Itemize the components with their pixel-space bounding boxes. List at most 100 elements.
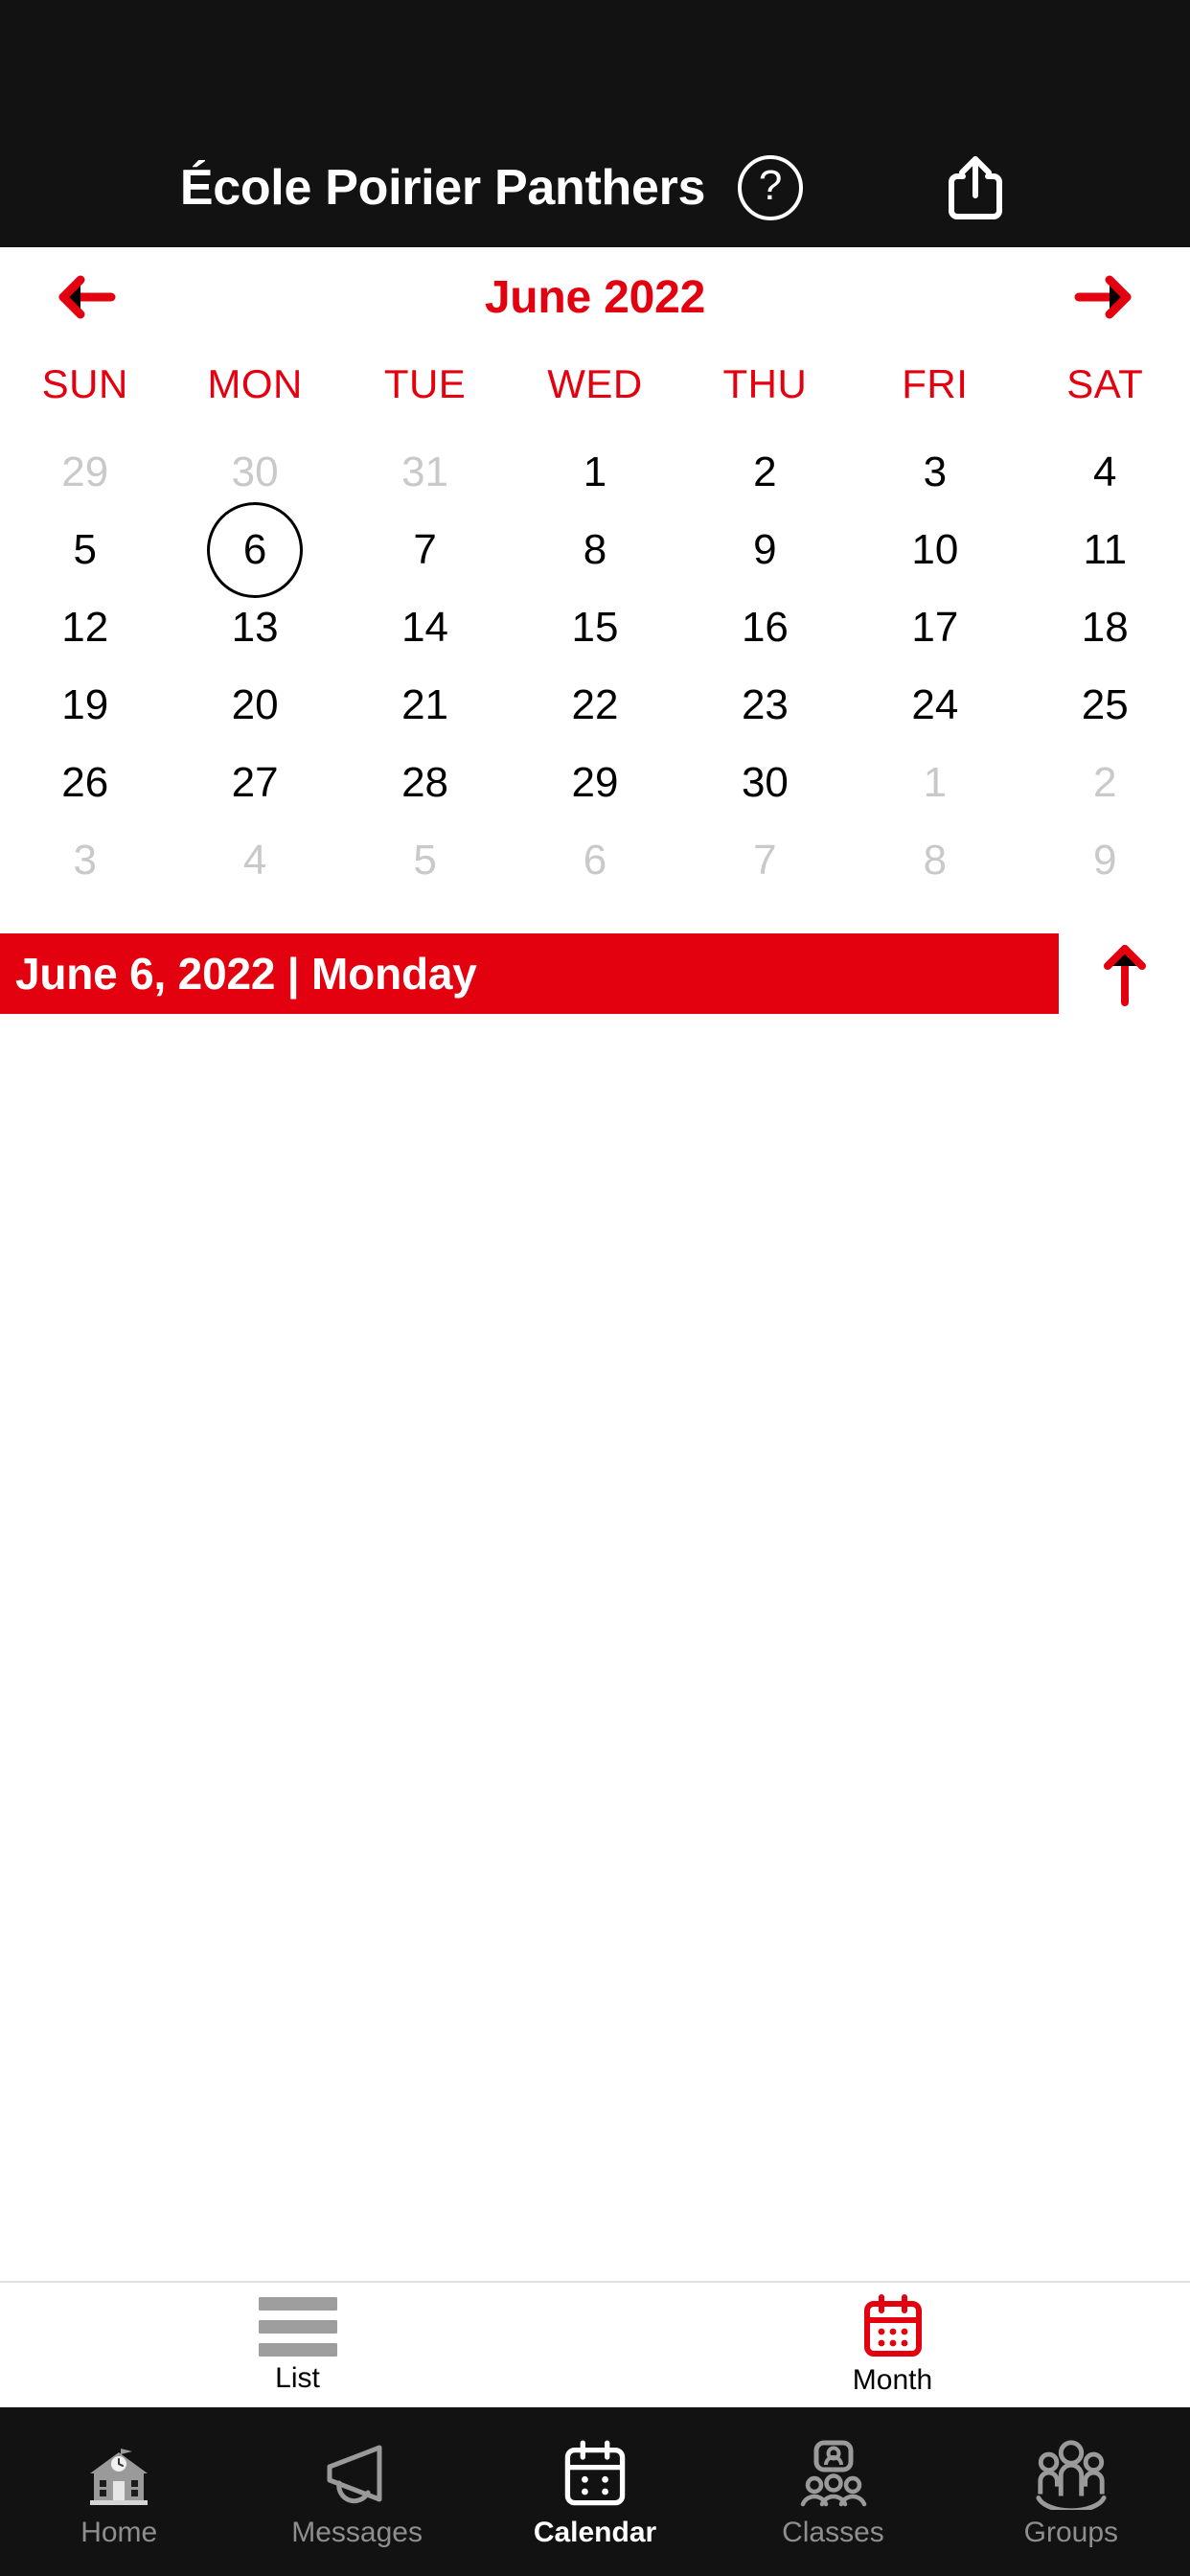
calendar-day[interactable]: 21 bbox=[340, 666, 510, 744]
calendar-day[interactable]: 27 bbox=[170, 744, 339, 821]
calendar-day-number: 25 bbox=[1081, 680, 1129, 728]
nav-item-classes[interactable]: Classes bbox=[714, 2407, 951, 2576]
calendar-day[interactable]: 30 bbox=[680, 744, 850, 821]
calendar-day[interactable]: 14 bbox=[340, 588, 510, 666]
calendar-day-number: 3 bbox=[923, 448, 948, 495]
calendar-day[interactable]: 7 bbox=[680, 821, 850, 899]
weekday-label-sun: SUN bbox=[41, 361, 128, 406]
calendar-day[interactable]: 3 bbox=[0, 821, 170, 899]
calendar-day-number: 28 bbox=[401, 758, 449, 806]
calendar-day-number: 14 bbox=[401, 603, 449, 651]
calendar-day[interactable]: 28 bbox=[340, 744, 510, 821]
calendar-day-number: 19 bbox=[61, 680, 109, 728]
calendar-day[interactable]: 5 bbox=[340, 821, 510, 899]
nav-item-messages-label: Messages bbox=[291, 2517, 423, 2548]
calendar-day[interactable]: 20 bbox=[170, 666, 339, 744]
arrow-up-icon[interactable] bbox=[1059, 933, 1190, 1014]
calendar-day[interactable]: 13 bbox=[170, 588, 339, 666]
selected-date-bar[interactable]: June 6, 2022 | Monday bbox=[0, 933, 1059, 1014]
calendar-day[interactable]: 25 bbox=[1020, 666, 1190, 744]
calendar-day-number: 20 bbox=[231, 680, 279, 728]
list-lines-icon bbox=[258, 2297, 337, 2357]
tab-month[interactable]: Month bbox=[595, 2283, 1190, 2407]
calendar-day-number: 4 bbox=[1093, 448, 1117, 495]
calendar-day[interactable]: 19 bbox=[0, 666, 170, 744]
calendar-day-number: 3 bbox=[73, 836, 97, 884]
calendar-day[interactable]: 10 bbox=[850, 511, 1019, 588]
calendar-day[interactable]: 26 bbox=[0, 744, 170, 821]
calendar-day-number: 15 bbox=[571, 603, 619, 651]
tab-list[interactable]: List bbox=[0, 2283, 595, 2407]
calendar-day[interactable]: 9 bbox=[680, 511, 850, 588]
calendar-day[interactable]: 1 bbox=[850, 744, 1019, 821]
calendar-day-number: 26 bbox=[61, 758, 109, 806]
calendar-day[interactable]: 31 bbox=[340, 433, 510, 511]
calendar-grid: 29 30 31 1 2 3 4 5 6 7 8 9 10 11 12 13 14 15 16 17 18 19 20 21 2… bbox=[0, 422, 1190, 899]
calendar-day-number: 10 bbox=[911, 525, 959, 573]
calendar-day[interactable]: 4 bbox=[170, 821, 339, 899]
calendar-day-number: 7 bbox=[753, 836, 777, 884]
classroom-people-icon bbox=[794, 2436, 871, 2513]
nav-item-messages[interactable]: Messages bbox=[238, 2407, 475, 2576]
calendar-day-number: 16 bbox=[741, 603, 789, 651]
calendar-day[interactable]: 12 bbox=[0, 588, 170, 666]
weekday-label-wed: WED bbox=[547, 361, 643, 406]
nav-item-calendar[interactable]: Calendar bbox=[476, 2407, 714, 2576]
calendar-day[interactable]: 15 bbox=[510, 588, 679, 666]
page-title: École Poirier Panthers bbox=[179, 160, 706, 216]
arrow-right-icon[interactable] bbox=[1071, 270, 1138, 324]
nav-item-home[interactable]: Home bbox=[0, 2407, 238, 2576]
calendar-day-number: 22 bbox=[571, 680, 619, 728]
calendar-day-number: 8 bbox=[923, 836, 948, 884]
help-circle-icon[interactable]: ? bbox=[738, 155, 804, 220]
calendar-day[interactable]: 8 bbox=[510, 511, 679, 588]
calendar-day-number: 7 bbox=[413, 525, 437, 573]
calendar-day-number: 5 bbox=[73, 525, 97, 573]
view-tab-bar: List Month bbox=[0, 2283, 1190, 2407]
calendar-day[interactable]: 3 bbox=[850, 433, 1019, 511]
calendar-day-number: 8 bbox=[583, 525, 607, 573]
calendar-day[interactable]: 23 bbox=[680, 666, 850, 744]
share-icon[interactable] bbox=[941, 153, 1010, 222]
calendar-day-number: 24 bbox=[911, 680, 959, 728]
calendar-day-number: 13 bbox=[231, 603, 279, 651]
calendar-day-number: 27 bbox=[231, 758, 279, 806]
calendar-day[interactable]: 22 bbox=[510, 666, 679, 744]
arrow-left-icon[interactable] bbox=[52, 270, 119, 324]
calendar-day[interactable]: 5 bbox=[0, 511, 170, 588]
calendar-day[interactable]: 6 bbox=[510, 821, 679, 899]
calendar-day[interactable]: 29 bbox=[510, 744, 679, 821]
calendar-day-number: 9 bbox=[1093, 836, 1117, 884]
calendar-day-number: 29 bbox=[61, 448, 109, 495]
calendar-day[interactable]: 8 bbox=[850, 821, 1019, 899]
calendar-day[interactable]: 7 bbox=[340, 511, 510, 588]
calendar-day[interactable]: 4 bbox=[1020, 433, 1190, 511]
weekday-header-row: SUN MON TUE WED THU FRI SAT bbox=[0, 347, 1190, 422]
calendar-day[interactable]: 24 bbox=[850, 666, 1019, 744]
app-root: École Poirier Panthers ? June 2022 SUN M… bbox=[0, 0, 1190, 2576]
weekday-label-mon: MON bbox=[207, 361, 303, 406]
calendar-day[interactable]: 18 bbox=[1020, 588, 1190, 666]
calendar-day[interactable]: 11 bbox=[1020, 511, 1190, 588]
calendar-day[interactable]: 30 bbox=[170, 433, 339, 511]
selected-date-label: June 6, 2022 | Monday bbox=[15, 949, 477, 999]
calendar-icon bbox=[557, 2436, 633, 2513]
help-glyph: ? bbox=[758, 162, 783, 209]
calendar-day[interactable]: 1 bbox=[510, 433, 679, 511]
calendar-day[interactable]: 2 bbox=[680, 433, 850, 511]
calendar-day[interactable]: 2 bbox=[1020, 744, 1190, 821]
top-app-bar-content: École Poirier Panthers ? bbox=[180, 153, 1010, 222]
nav-item-groups[interactable]: Groups bbox=[952, 2407, 1190, 2576]
month-navigation: June 2022 bbox=[0, 247, 1190, 347]
nav-item-classes-label: Classes bbox=[782, 2517, 884, 2548]
calendar-day[interactable]: 17 bbox=[850, 588, 1019, 666]
calendar-day-number: 1 bbox=[583, 448, 607, 495]
calendar-day-number: 5 bbox=[413, 836, 437, 884]
calendar-day[interactable]: 16 bbox=[680, 588, 850, 666]
calendar-day-number: 18 bbox=[1081, 603, 1129, 651]
calendar-day-number: 1 bbox=[923, 758, 948, 806]
calendar-day-selected[interactable]: 6 bbox=[170, 511, 339, 588]
calendar-day[interactable]: 29 bbox=[0, 433, 170, 511]
calendar-day-number: 6 bbox=[583, 836, 607, 884]
calendar-day[interactable]: 9 bbox=[1020, 821, 1190, 899]
